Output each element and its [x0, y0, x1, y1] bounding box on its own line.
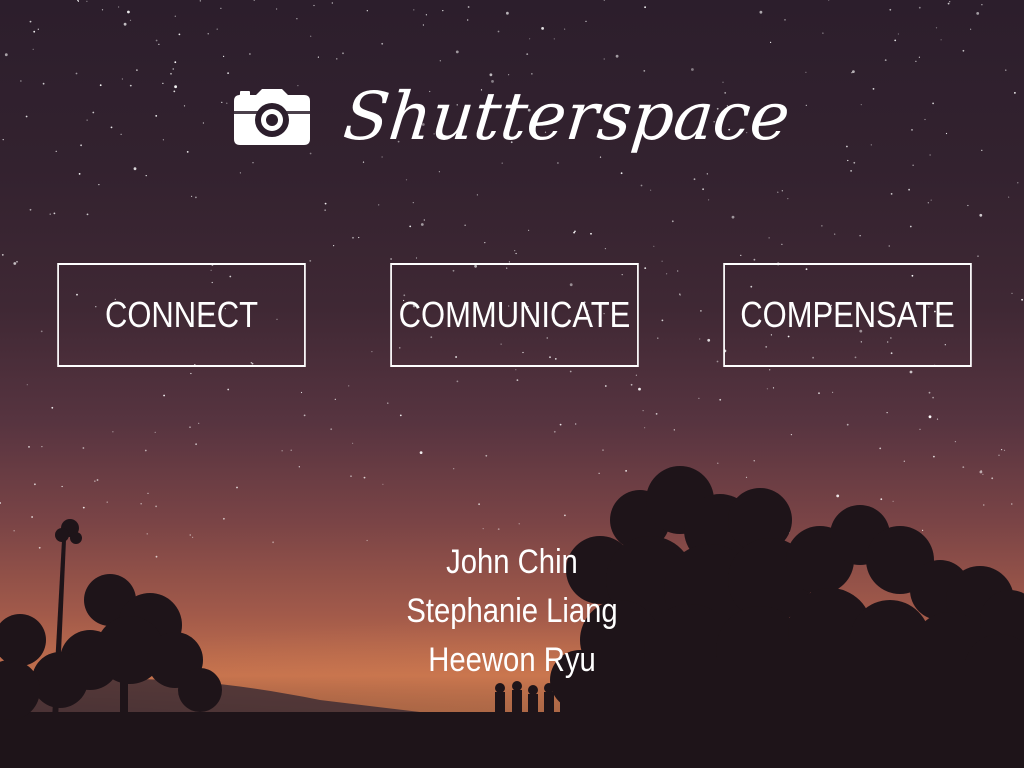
landing-page: Shutterspace CONNECT COMMUNICATE COMPENS… — [0, 0, 1024, 768]
brand-name: Shutterspace — [340, 78, 794, 155]
team-member-name: John Chin — [446, 543, 578, 581]
team-member-name: Heewon Ryu — [428, 641, 596, 679]
team-member-name: Stephanie Liang — [406, 592, 618, 630]
connect-button-label: CONNECT — [104, 294, 259, 335]
compensate-button[interactable]: COMPENSATE — [723, 263, 972, 367]
camera-icon — [234, 89, 311, 145]
communicate-button-label: COMMUNICATE — [398, 294, 631, 335]
compensate-button-label: COMPENSATE — [740, 294, 955, 335]
brand-logo: Shutterspace — [0, 62, 1024, 172]
communicate-button[interactable]: COMMUNICATE — [390, 263, 639, 367]
main-navigation: CONNECT COMMUNICATE COMPENSATE — [0, 263, 1024, 367]
connect-button[interactable]: CONNECT — [57, 263, 306, 367]
team-members: John Chin Stephanie Liang Heewon Ryu — [0, 538, 1024, 685]
